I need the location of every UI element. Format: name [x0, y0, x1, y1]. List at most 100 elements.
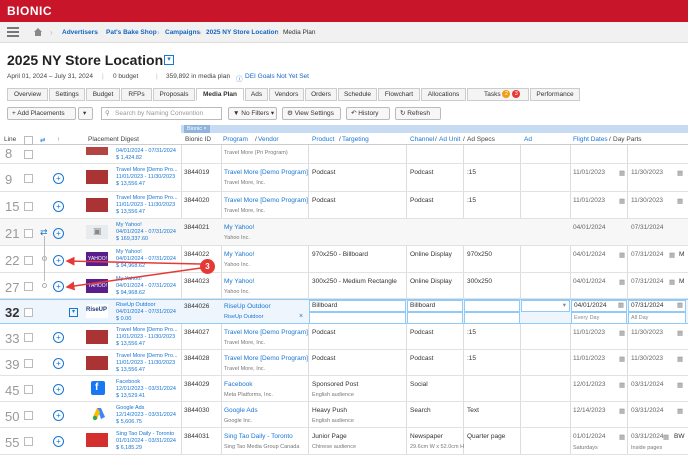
placement-name[interactable]: Sing Tao Daily - Toronto — [116, 431, 174, 437]
program-link[interactable]: My Yahoo! — [224, 224, 254, 231]
calendar-icon[interactable]: ▦ — [619, 355, 625, 363]
tab-performance[interactable]: Performance — [530, 88, 580, 101]
program-link[interactable]: Travel More [Demo Program] — [224, 329, 308, 336]
table-row[interactable]: 33 + Travel More [Demo Pro... 11/01/2023 … — [0, 324, 688, 350]
program-link[interactable]: RiseUp Outdoor — [224, 303, 271, 310]
view-settings-button[interactable]: ⚙ View Settings — [282, 107, 341, 120]
add-child-icon[interactable]: + — [53, 228, 64, 239]
add-child-icon[interactable]: + — [53, 255, 64, 266]
tab-budget[interactable]: Budget — [86, 88, 120, 101]
placement-name[interactable]: My Yahoo! — [116, 249, 142, 255]
table-row[interactable]: 9 + Travel More [Demo Pro... 11/01/2023 -… — [0, 164, 688, 192]
calendar-icon[interactable]: ▦ — [669, 278, 675, 286]
row-checkbox[interactable] — [24, 308, 33, 317]
add-placements-dropdown-icon[interactable]: ▾ — [78, 107, 93, 120]
tab-tasks[interactable]: Tasks 2 3 — [467, 88, 529, 101]
program-link[interactable]: Google Ads — [224, 407, 258, 414]
tab-vendors[interactable]: Vendors — [269, 88, 304, 101]
flight-start-input[interactable]: 04/01/2024 ▦ — [571, 300, 627, 312]
calendar-icon[interactable]: ▦ — [677, 355, 683, 363]
history-button[interactable]: ↶ History — [346, 107, 390, 120]
program-link[interactable]: Travel More [Demo Program] — [224, 355, 308, 362]
column-channel[interactable]: Channel — [410, 136, 434, 143]
calendar-icon[interactable]: ▦ — [663, 433, 669, 441]
row-checkbox[interactable] — [24, 202, 33, 211]
placement-name[interactable]: Facebook — [116, 379, 140, 385]
column-ad-unit[interactable]: Ad Unit — [439, 136, 460, 143]
row-checkbox[interactable] — [24, 359, 33, 368]
day-of-week-input[interactable]: Every Day — [571, 312, 627, 324]
program-link[interactable]: My Yahoo! — [224, 251, 254, 258]
title-dropdown-icon[interactable]: ▾ — [164, 55, 174, 65]
add-child-icon[interactable]: + — [53, 201, 64, 212]
placement-name[interactable]: My Yahoo! — [116, 222, 142, 228]
table-row[interactable]: 39 + Travel More [Demo Pro... 11/01/2023 … — [0, 350, 688, 376]
placement-name[interactable]: Travel More [Demo Pro... — [116, 167, 178, 173]
column-bionic-id[interactable]: Bionic ID — [185, 136, 211, 143]
row-checkbox[interactable] — [24, 150, 33, 159]
table-row-selected[interactable]: 32 ▾ RiseUP RiseUp Outdoor 04/01/2024 - 0… — [0, 299, 688, 324]
home-icon[interactable] — [33, 27, 43, 37]
calendar-icon[interactable]: ▦ — [619, 197, 625, 205]
tab-overview[interactable]: Overview — [7, 88, 48, 101]
tab-proposals[interactable]: Proposals — [153, 88, 195, 101]
flight-end-input[interactable]: 07/31/2024 ▦ — [628, 300, 686, 312]
column-ad-specs[interactable]: Ad Specs — [467, 136, 495, 143]
channel-input[interactable]: Billboard — [407, 300, 463, 312]
program-link[interactable]: Sing Tao Daily - Toronto — [224, 433, 293, 440]
ad-select[interactable]: ▾ — [521, 300, 570, 312]
breadcrumb-campaign[interactable]: 2025 NY Store Location — [206, 29, 279, 36]
bionic-logo[interactable]: BIONIC — [7, 4, 52, 18]
calendar-icon[interactable]: ▦ — [619, 433, 625, 441]
breadcrumb-advertiser[interactable]: Pat's Bake Shop — [106, 29, 157, 36]
column-placement-digest[interactable]: Placement Digest — [88, 136, 139, 143]
calendar-icon[interactable]: ▦ — [669, 251, 675, 259]
placement-name[interactable]: Travel More [Demo Pro... — [116, 195, 178, 201]
row-checkbox[interactable] — [24, 437, 33, 446]
tab-allocations[interactable]: Allocations — [421, 88, 466, 101]
tab-ads[interactable]: Ads — [245, 88, 268, 101]
add-child-icon[interactable]: + — [53, 173, 64, 184]
sort-up-icon[interactable]: ↑ — [57, 136, 60, 143]
product-input[interactable]: Billboard — [309, 300, 406, 312]
calendar-icon[interactable]: ▦ — [619, 251, 625, 259]
tab-orders[interactable]: Orders — [305, 88, 337, 101]
row-checkbox[interactable] — [24, 174, 33, 183]
placement-name[interactable]: Travel More [Demo Pro... — [116, 327, 178, 333]
placement-name[interactable]: Google Ads — [116, 405, 144, 411]
row-checkbox[interactable] — [24, 256, 33, 265]
column-flight-dates[interactable]: Flight Dates — [573, 136, 608, 143]
row-checkbox[interactable] — [24, 411, 33, 420]
column-program[interactable]: Program — [223, 136, 248, 143]
calendar-icon[interactable]: ▦ — [677, 329, 683, 337]
add-child-icon[interactable]: + — [53, 358, 64, 369]
calendar-icon[interactable]: ▦ — [619, 278, 625, 286]
placement-name[interactable]: Travel More [Demo Pro... — [116, 353, 178, 359]
dei-goals-link[interactable]: DEI Goals Not Yet Set — [245, 73, 309, 80]
calendar-icon[interactable]: ▦ — [619, 407, 625, 415]
breadcrumb-campaigns[interactable]: Campaigns — [165, 29, 200, 36]
add-child-icon[interactable]: + — [53, 332, 64, 343]
refresh-button[interactable]: ↻ Refresh — [395, 107, 441, 120]
program-link[interactable]: Travel More [Demo Program] — [224, 197, 308, 204]
column-day-parts[interactable]: Day Parts — [613, 136, 642, 143]
select-all-checkbox[interactable] — [24, 136, 33, 145]
add-child-icon[interactable]: + — [53, 410, 64, 421]
calendar-icon[interactable]: ▦ — [677, 169, 683, 177]
program-link[interactable]: My Yahoo! — [224, 278, 254, 285]
table-row[interactable]: 8 04/01/2024 - 07/31/2024 $ 1,424.82 Trav… — [0, 145, 688, 164]
column-product[interactable]: Product — [312, 136, 334, 143]
add-placements-button[interactable]: + Add Placements — [7, 107, 76, 120]
hamburger-menu-icon[interactable] — [7, 27, 19, 37]
expand-all-icon[interactable]: ⇄ — [40, 136, 45, 144]
add-child-icon[interactable]: + — [53, 436, 64, 447]
calendar-icon[interactable]: ▦ — [619, 169, 625, 177]
clear-vendor-icon[interactable]: × — [299, 313, 303, 320]
table-row[interactable]: 50 + Google Ads 12/14/2023 - 03/31/2024 $ … — [0, 402, 688, 428]
targeting-input[interactable] — [309, 312, 406, 324]
filters-dropdown[interactable]: ▼ No Filters ▾ — [228, 107, 277, 120]
table-row[interactable]: 21 ⇄ + ▣ My Yahoo! 04/01/2024 - 07/31/202… — [0, 219, 688, 246]
breadcrumb-advertisers[interactable]: Advertisers — [62, 29, 98, 36]
calendar-icon[interactable]: ▦ — [619, 329, 625, 337]
ad-unit-input[interactable] — [407, 312, 463, 324]
